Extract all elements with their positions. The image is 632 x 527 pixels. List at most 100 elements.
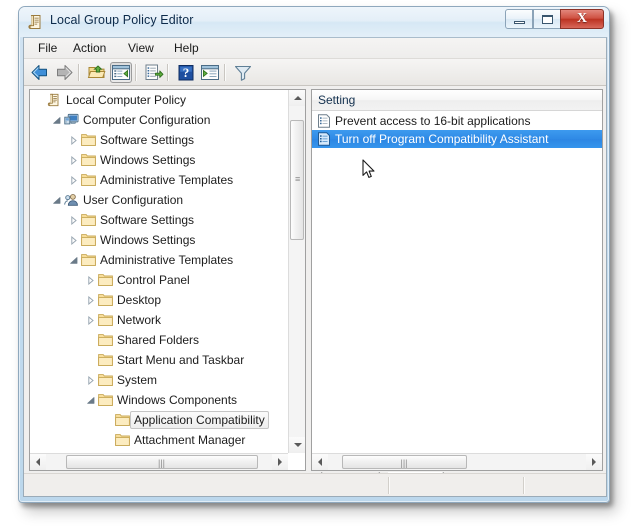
chevron-down-icon[interactable] xyxy=(52,116,61,125)
chevron-right-icon[interactable] xyxy=(86,316,95,325)
export-list-button[interactable] xyxy=(143,62,165,83)
tree-item-label: Local Computer Policy xyxy=(66,90,186,110)
tree-item[interactable]: Shared Folders xyxy=(30,330,289,350)
status-pane-2 xyxy=(390,476,523,495)
tree-item-label: Desktop xyxy=(117,290,161,310)
tree-item[interactable]: Windows Settings xyxy=(30,150,289,170)
policy-setting-icon xyxy=(317,114,331,128)
menu-bar: File Action View Help xyxy=(24,38,606,59)
filter-button[interactable] xyxy=(232,62,254,83)
folder-icon xyxy=(98,313,113,327)
folder-icon xyxy=(81,213,96,227)
chevron-right-icon[interactable] xyxy=(86,276,95,285)
scroll-right-button[interactable] xyxy=(586,454,602,470)
tree-item-label: Windows Settings xyxy=(100,230,195,250)
folder-icon xyxy=(98,293,113,307)
tree-item[interactable]: Computer Configuration xyxy=(30,110,289,130)
client-area: File Action View Help xyxy=(23,37,607,497)
scroll-left-button[interactable] xyxy=(312,454,328,470)
tree-item[interactable]: Administrative Templates xyxy=(30,170,289,190)
tree-item[interactable]: Desktop xyxy=(30,290,289,310)
chevron-right-icon[interactable] xyxy=(86,376,95,385)
application-window: Local Group Policy Editor X File Action … xyxy=(18,6,610,503)
scroll-left-button[interactable] xyxy=(30,454,46,470)
minimize-button[interactable] xyxy=(505,9,533,29)
folder-icon xyxy=(81,153,96,167)
settings-list-panel: Setting Prevent access to 16-bit applica… xyxy=(311,89,603,471)
list-item[interactable]: Turn off Program Compatibility Assistant xyxy=(312,130,602,148)
folder-icon xyxy=(98,393,113,407)
tree-item[interactable]: System xyxy=(30,370,289,390)
folder-icon xyxy=(81,253,96,267)
tree-item-label: Start Menu and Taskbar xyxy=(117,350,244,370)
chevron-down-icon[interactable] xyxy=(69,256,78,265)
menu-action[interactable]: Action xyxy=(69,41,110,57)
list-item[interactable]: Prevent access to 16-bit applications xyxy=(312,112,602,130)
policy-scroll-icon xyxy=(47,93,62,107)
folder-icon xyxy=(115,413,130,427)
tree-item[interactable]: Attachment Manager xyxy=(30,430,289,450)
menu-file[interactable]: File xyxy=(34,41,61,57)
menu-help[interactable]: Help xyxy=(170,41,203,57)
tree-item[interactable]: Application Compatibility xyxy=(30,410,289,430)
folder-icon xyxy=(115,433,130,447)
folder-icon xyxy=(98,273,113,287)
list-horizontal-scrollbar[interactable]: ||| xyxy=(312,453,602,470)
scroll-up-button[interactable] xyxy=(289,90,305,106)
toolbar: ? xyxy=(24,59,606,86)
console-tree-panel: Local Computer PolicyComputer Configurat… xyxy=(29,89,306,471)
column-header-setting[interactable]: Setting xyxy=(318,93,355,107)
toolbar-separator xyxy=(78,64,80,81)
tree-vertical-scrollbar[interactable]: ≡ xyxy=(288,90,305,453)
folder-icon xyxy=(81,133,96,147)
tree-item[interactable]: User Configuration xyxy=(30,190,289,210)
tree-item[interactable]: Software Settings xyxy=(30,210,289,230)
tree-item-label: System xyxy=(117,370,157,390)
chevron-right-icon[interactable] xyxy=(69,136,78,145)
settings-list-header[interactable]: Setting xyxy=(312,90,602,111)
tree-item-label: Computer Configuration xyxy=(83,110,210,130)
tree-horizontal-scrollbar-thumb[interactable]: ||| xyxy=(66,455,258,469)
chevron-down-icon[interactable] xyxy=(52,196,61,205)
tree-horizontal-scrollbar[interactable]: ||| xyxy=(30,453,288,470)
show-hide-console-tree-button[interactable] xyxy=(110,62,132,83)
window-title: Local Group Policy Editor xyxy=(50,13,194,27)
close-icon: X xyxy=(561,10,603,28)
up-one-level-button[interactable] xyxy=(86,62,108,83)
chevron-right-icon[interactable] xyxy=(69,236,78,245)
scroll-right-button[interactable] xyxy=(272,454,288,470)
tree-item[interactable]: Control Panel xyxy=(30,270,289,290)
tree-item[interactable]: Local Computer Policy xyxy=(30,90,289,110)
chevron-right-icon[interactable] xyxy=(86,296,95,305)
tree-item-label: Application Compatibility xyxy=(130,411,269,429)
tree-item[interactable]: Windows Components xyxy=(30,390,289,410)
back-button[interactable] xyxy=(29,62,51,83)
title-bar[interactable]: Local Group Policy Editor X xyxy=(19,7,609,37)
policy-scroll-icon xyxy=(28,14,44,30)
tree-item[interactable]: Software Settings xyxy=(30,130,289,150)
folder-icon xyxy=(98,353,113,367)
folder-icon xyxy=(98,333,113,347)
chevron-down-icon[interactable] xyxy=(86,396,95,405)
tree-item[interactable]: Start Menu and Taskbar xyxy=(30,350,289,370)
tree-item[interactable]: Administrative Templates xyxy=(30,250,289,270)
tree-item-label: Control Panel xyxy=(117,270,190,290)
tree-item[interactable]: Network xyxy=(30,310,289,330)
list-horizontal-scrollbar-thumb[interactable]: ||| xyxy=(342,455,467,469)
maximize-button[interactable] xyxy=(533,9,561,29)
help-button[interactable]: ? xyxy=(175,62,197,83)
chevron-right-icon[interactable] xyxy=(69,156,78,165)
close-button[interactable]: X xyxy=(560,9,604,29)
console-tree[interactable]: Local Computer PolicyComputer Configurat… xyxy=(30,90,289,454)
tree-vertical-scrollbar-thumb[interactable]: ≡ xyxy=(290,120,304,240)
show-action-pane-button[interactable] xyxy=(199,62,221,83)
scroll-down-button[interactable] xyxy=(289,437,305,453)
menu-view[interactable]: View xyxy=(124,41,158,57)
tree-item-label: Windows Components xyxy=(117,390,237,410)
toolbar-separator xyxy=(224,64,226,81)
chevron-right-icon[interactable] xyxy=(69,176,78,185)
chevron-right-icon[interactable] xyxy=(69,216,78,225)
tree-item[interactable]: Windows Settings xyxy=(30,230,289,250)
folder-icon xyxy=(98,373,113,387)
forward-button[interactable] xyxy=(53,62,75,83)
